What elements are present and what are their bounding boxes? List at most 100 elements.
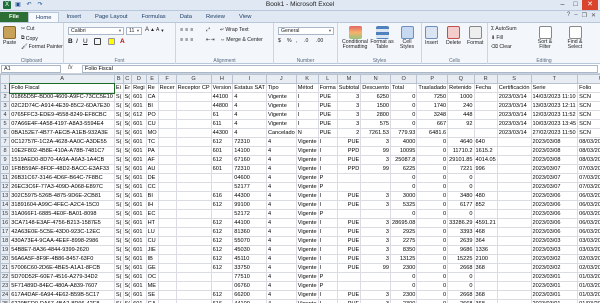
cell[interactable]: 3 (360, 254, 392, 264)
column-header-o[interactable]: O (390, 74, 418, 84)
cell[interactable] (175, 290, 212, 300)
cell[interactable]: S( (113, 146, 124, 156)
cell[interactable]: 06/03/2023 06:44 (577, 191, 600, 201)
row-header[interactable]: 1 (0, 83, 11, 93)
cell[interactable] (496, 200, 532, 210)
cell[interactable]: 0 (416, 155, 449, 165)
close-workbook-icon[interactable]: ✕ (591, 12, 596, 19)
cell[interactable]: S( (122, 119, 133, 129)
cell[interactable] (175, 110, 212, 120)
cell[interactable]: Retenido (447, 83, 475, 93)
cell[interactable]: 616 (210, 191, 234, 201)
cell-styles-button[interactable]: Cell Styles (395, 26, 419, 50)
cell[interactable]: 0 (390, 110, 418, 120)
cell[interactable]: PA (145, 146, 159, 156)
cell[interactable]: PUE (317, 101, 338, 111)
cell[interactable]: 601 (131, 209, 147, 219)
cell[interactable] (175, 281, 212, 291)
cell[interactable] (336, 173, 362, 183)
cell[interactable]: S( (122, 101, 133, 111)
cell[interactable] (175, 236, 212, 246)
cell[interactable]: CU (145, 236, 159, 246)
cell[interactable]: S( (122, 137, 133, 147)
row-header[interactable]: 10 (0, 164, 11, 174)
cell[interactable] (336, 272, 362, 282)
cell[interactable]: 0 (416, 272, 449, 282)
cell[interactable]: I (317, 227, 338, 237)
cell[interactable]: S( (122, 281, 133, 291)
cell[interactable]: 26EC3C6F-77A3-409D-A068-E897C (9, 182, 115, 192)
cell[interactable]: PUE (336, 245, 362, 255)
cell[interactable]: OC (145, 272, 159, 282)
cell[interactable]: 448 (447, 110, 475, 120)
cell[interactable]: S( (122, 245, 133, 255)
cell[interactable]: S( (122, 182, 133, 192)
cell[interactable]: 2023/03/01 (530, 281, 579, 291)
column-header-p[interactable]: P (416, 74, 449, 84)
cell[interactable]: 0 (390, 281, 418, 291)
column-header-f[interactable]: F (157, 74, 177, 84)
cell[interactable]: 99 (360, 263, 392, 273)
cell[interactable] (360, 173, 392, 183)
delete-cells-button[interactable]: Delete (446, 26, 461, 46)
cell[interactable]: 2023/03/14 (496, 128, 532, 138)
cell[interactable]: 2668 (447, 299, 475, 303)
row-header[interactable]: 25 (0, 299, 11, 303)
cell[interactable]: 1519AED0-8D70-4A9A-A6A3-1A4CB (9, 155, 115, 165)
cell[interactable]: 0 (416, 191, 449, 201)
cell[interactable]: 0 (416, 173, 449, 183)
cell[interactable]: Version (210, 83, 234, 93)
cell[interactable]: S( (122, 299, 133, 303)
cell[interactable]: S( (113, 191, 124, 201)
row-header[interactable]: 21 (0, 263, 11, 273)
cell[interactable]: 04600 (232, 173, 267, 183)
row-header[interactable]: 15 (0, 209, 11, 219)
cell[interactable]: 4 (265, 218, 297, 228)
cell[interactable]: I (317, 164, 338, 174)
cell[interactable]: 612 (131, 110, 147, 120)
cell[interactable]: 601 (131, 92, 147, 102)
cell[interactable]: S( (122, 146, 133, 156)
cell[interactable] (157, 164, 177, 174)
formula-input[interactable]: Folio Fiscal (82, 65, 598, 73)
cell[interactable]: 06/03/2023 10:18 (577, 218, 600, 228)
cell[interactable]: 2 (336, 128, 362, 138)
cell[interactable]: S( (113, 290, 124, 300)
cell[interactable]: S( (113, 236, 124, 246)
cell[interactable]: 601 (131, 173, 147, 183)
cell[interactable]: 03/03/2023 11:30 (577, 236, 600, 246)
format-cells-button[interactable]: Format (467, 26, 483, 46)
cell[interactable]: 31891604-A99C-4FEC-A2C4-15C0 (9, 200, 115, 210)
cell[interactable]: 08/03/2023 14:20 (577, 137, 600, 147)
cell[interactable]: 616 (210, 299, 234, 303)
cell[interactable]: 45030 (232, 245, 267, 255)
minimize-ribbon-icon[interactable]: – (574, 12, 577, 19)
cell[interactable]: Vigente (295, 263, 319, 273)
cell[interactable]: 7221 (447, 164, 475, 174)
cell[interactable] (157, 155, 177, 165)
cell[interactable] (157, 173, 177, 183)
column-header-l[interactable]: L (317, 74, 338, 84)
cell[interactable]: 0 (416, 245, 449, 255)
cell[interactable]: I (317, 299, 338, 303)
cell[interactable]: 3 (360, 290, 392, 300)
merge-center-button[interactable]: ⇔ Merge & Center (220, 37, 263, 43)
cell[interactable] (157, 92, 177, 102)
cell[interactable] (210, 182, 234, 192)
cell[interactable]: 2300 (390, 290, 418, 300)
currency-button[interactable]: $ (278, 38, 281, 44)
cell[interactable]: 72310 (232, 137, 267, 147)
cell[interactable]: 0 (416, 137, 449, 147)
cell[interactable]: Subtotal (336, 83, 362, 93)
cell[interactable]: S( (113, 263, 124, 273)
horizontal-align-buttons[interactable]: ≡ ≡ ≡ (180, 37, 194, 43)
cell[interactable]: Certificación (496, 83, 532, 93)
cell[interactable]: 0C12757F-1C2A-4628-AA0C-A3DE55 (9, 137, 115, 147)
font-color-button[interactable]: A (120, 38, 125, 45)
cell[interactable]: 4 (265, 281, 297, 291)
cell[interactable]: 0 (416, 182, 449, 192)
cell[interactable]: HT (145, 218, 159, 228)
cell[interactable] (360, 182, 392, 192)
cell[interactable] (336, 209, 362, 219)
cell[interactable]: 1000 (447, 92, 475, 102)
